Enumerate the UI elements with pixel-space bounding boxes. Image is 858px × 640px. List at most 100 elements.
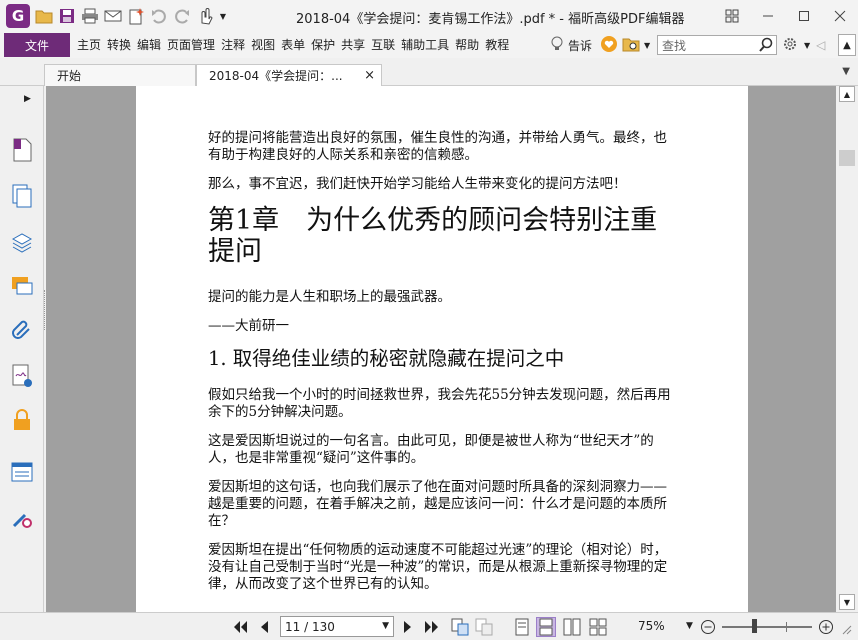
tab-start[interactable]: 开始 <box>44 64 196 86</box>
menu-accessibility[interactable]: 辅助工具 <box>398 32 452 58</box>
close-window-button[interactable] <box>822 2 858 30</box>
page-thumbnails-icon[interactable] <box>10 138 34 162</box>
resize-grip-icon[interactable] <box>838 621 854 637</box>
zoom-slider-tick <box>786 622 787 632</box>
body-paragraph: 爱因斯坦在提出“任何物质的运动速度不可能超过光速”的理论（相对论）时，没有让自己… <box>208 542 668 592</box>
next-page-icon[interactable] <box>398 617 418 637</box>
folder-search-icon[interactable] <box>622 36 640 55</box>
body-paragraph: 这是爱因斯坦说过的一句名言。由此可见，即便是被世人称为“世纪天才”的人，也是非常… <box>208 433 654 466</box>
chapter-heading: 第1章 为什么优秀的顾问会特别注重提问 <box>208 205 658 267</box>
redo-icon[interactable] <box>172 6 192 26</box>
restore-layout-icon[interactable] <box>714 2 750 30</box>
body-paragraph: 假如只给我一个小时的时间拯救世界，我会先花55分钟去发现问题，然后再用余下的5分… <box>208 387 671 420</box>
navigation-panel: ▶ <box>0 86 44 612</box>
folder-dropdown-icon[interactable]: ▼ <box>644 41 650 50</box>
menu-comment[interactable]: 注释 <box>218 32 248 58</box>
pdf-page[interactable]: 好的提问将能营造出良好的氛围，催生良性的沟通，并带给人勇气。最终，也有助于构建良… <box>136 86 748 612</box>
heart-icon[interactable] <box>600 35 618 56</box>
single-page-view-icon[interactable] <box>512 617 532 637</box>
scroll-down-button[interactable]: ▼ <box>839 594 855 610</box>
window-controls <box>714 0 858 32</box>
menu-form[interactable]: 表单 <box>278 32 308 58</box>
document-viewport[interactable]: 好的提问将能营造出良好的氛围，催生良性的沟通，并带给人勇气。最终，也有助于构建良… <box>46 86 836 612</box>
first-page-icon[interactable] <box>230 617 250 637</box>
zoom-slider-thumb[interactable] <box>752 619 757 633</box>
menu-tutorial[interactable]: 教程 <box>482 32 512 58</box>
print-icon[interactable] <box>80 6 100 26</box>
ribbon-tabs: 主页 转换 编辑 页面管理 注释 视图 表单 保护 共享 互联 辅助工具 帮助 … <box>74 32 512 58</box>
zoom-level[interactable]: 75% <box>638 619 665 633</box>
facing-view-icon[interactable] <box>562 617 582 637</box>
new-document-icon[interactable] <box>126 6 146 26</box>
menu-view[interactable]: 视图 <box>248 32 278 58</box>
tell-me-label[interactable]: 告诉 <box>568 37 592 54</box>
last-page-icon[interactable] <box>422 617 442 637</box>
minimize-button[interactable] <box>750 2 786 30</box>
collapse-ribbon-button[interactable]: ▲ <box>838 34 856 56</box>
zoom-dropdown-icon[interactable]: ▼ <box>686 621 693 631</box>
page-content: 好的提问将能营造出良好的氛围，催生良性的沟通，并带给人勇气。最终，也有助于构建良… <box>208 130 676 605</box>
menu-bar: 文件 主页 转换 编辑 页面管理 注释 视图 表单 保护 共享 互联 辅助工具 … <box>0 32 858 58</box>
vertical-scrollbar[interactable]: ▲ ▼ <box>836 86 858 612</box>
menu-right-controls: ▼ ◁ <box>782 32 825 58</box>
expand-panel-icon[interactable]: ▶ <box>24 94 31 104</box>
maximize-button[interactable] <box>786 2 822 30</box>
signatures-icon[interactable] <box>10 364 34 388</box>
security-lock-icon[interactable] <box>10 408 34 432</box>
app-logo: G <box>6 4 30 28</box>
email-icon[interactable] <box>103 6 123 26</box>
comments-icon[interactable] <box>10 274 34 298</box>
previous-page-icon[interactable] <box>254 617 274 637</box>
form-fields-icon[interactable] <box>10 460 34 484</box>
menu-share[interactable]: 共享 <box>338 32 368 58</box>
tab-start-label: 开始 <box>57 69 82 83</box>
settings-dropdown-icon[interactable]: ▼ <box>804 41 810 50</box>
page-number-input[interactable]: 11 / 130 ▼ <box>280 616 394 637</box>
body-paragraph: 那么，事不宜迟，我们赶快开始学习能给人生带来变化的提问方法吧！ <box>208 176 627 192</box>
pages-icon[interactable] <box>10 184 34 208</box>
certificate-icon[interactable] <box>10 506 34 530</box>
close-tab-icon[interactable]: × <box>364 68 375 83</box>
chevron-left-icon[interactable]: ◁ <box>816 38 825 52</box>
tab-list-dropdown-icon[interactable]: ▼ <box>842 66 850 77</box>
quote-author: ——大前研一 <box>208 318 289 334</box>
layers-icon[interactable] <box>10 230 34 254</box>
attachments-icon[interactable] <box>10 318 34 342</box>
search-placeholder: 查找 <box>662 38 687 53</box>
menu-edit[interactable]: 编辑 <box>134 32 164 58</box>
menu-convert[interactable]: 转换 <box>104 32 134 58</box>
tab-document[interactable]: 2018-04《学会提问：... × <box>196 64 382 86</box>
zoom-out-icon[interactable] <box>698 617 718 637</box>
quote-text: 提问的能力是人生和职场上的最强武器。 <box>208 289 451 305</box>
page-indicator: 11 / 130 <box>285 619 335 634</box>
status-bar: 11 / 130 ▼ 75% ▼ <box>0 612 858 640</box>
settings-gear-icon[interactable] <box>782 36 798 55</box>
zoom-slider-track[interactable] <box>722 626 812 628</box>
search-icon[interactable] <box>758 37 774 56</box>
save-icon[interactable] <box>57 6 77 26</box>
hand-tool-icon[interactable] <box>195 6 215 26</box>
menu-connect[interactable]: 互联 <box>368 32 398 58</box>
file-menu-button[interactable]: 文件 <box>4 33 70 57</box>
previous-view-icon[interactable] <box>450 617 470 637</box>
menu-help[interactable]: 帮助 <box>452 32 482 58</box>
section-heading: 1. 取得绝佳业绩的秘密就隐藏在提问之中 <box>208 347 565 370</box>
scroll-thumb[interactable] <box>839 150 855 166</box>
body-paragraph: 好的提问将能营造出良好的氛围，催生良性的沟通，并带给人勇气。最终，也有助于构建良… <box>208 130 667 163</box>
menu-organize[interactable]: 页面管理 <box>164 32 218 58</box>
continuous-facing-view-icon[interactable] <box>588 617 608 637</box>
scroll-up-button[interactable]: ▲ <box>839 86 855 102</box>
window-title: 2018-04《学会提问：麦肯锡工作法》.pdf * - 福昕高级PDF编辑器 <box>296 12 685 27</box>
tell-me-area: 告诉 ▼ <box>550 32 650 58</box>
customize-dropdown-icon[interactable]: ▼ <box>218 6 228 26</box>
continuous-view-icon[interactable] <box>536 617 556 637</box>
search-input[interactable]: 查找 <box>657 35 777 55</box>
menu-protect[interactable]: 保护 <box>308 32 338 58</box>
quick-access-toolbar: ▼ <box>34 6 228 26</box>
page-dropdown-icon[interactable]: ▼ <box>382 621 389 631</box>
next-view-icon[interactable] <box>474 617 494 637</box>
undo-icon[interactable] <box>149 6 169 26</box>
zoom-in-icon[interactable] <box>816 617 836 637</box>
open-folder-icon[interactable] <box>34 6 54 26</box>
menu-home[interactable]: 主页 <box>74 32 104 58</box>
